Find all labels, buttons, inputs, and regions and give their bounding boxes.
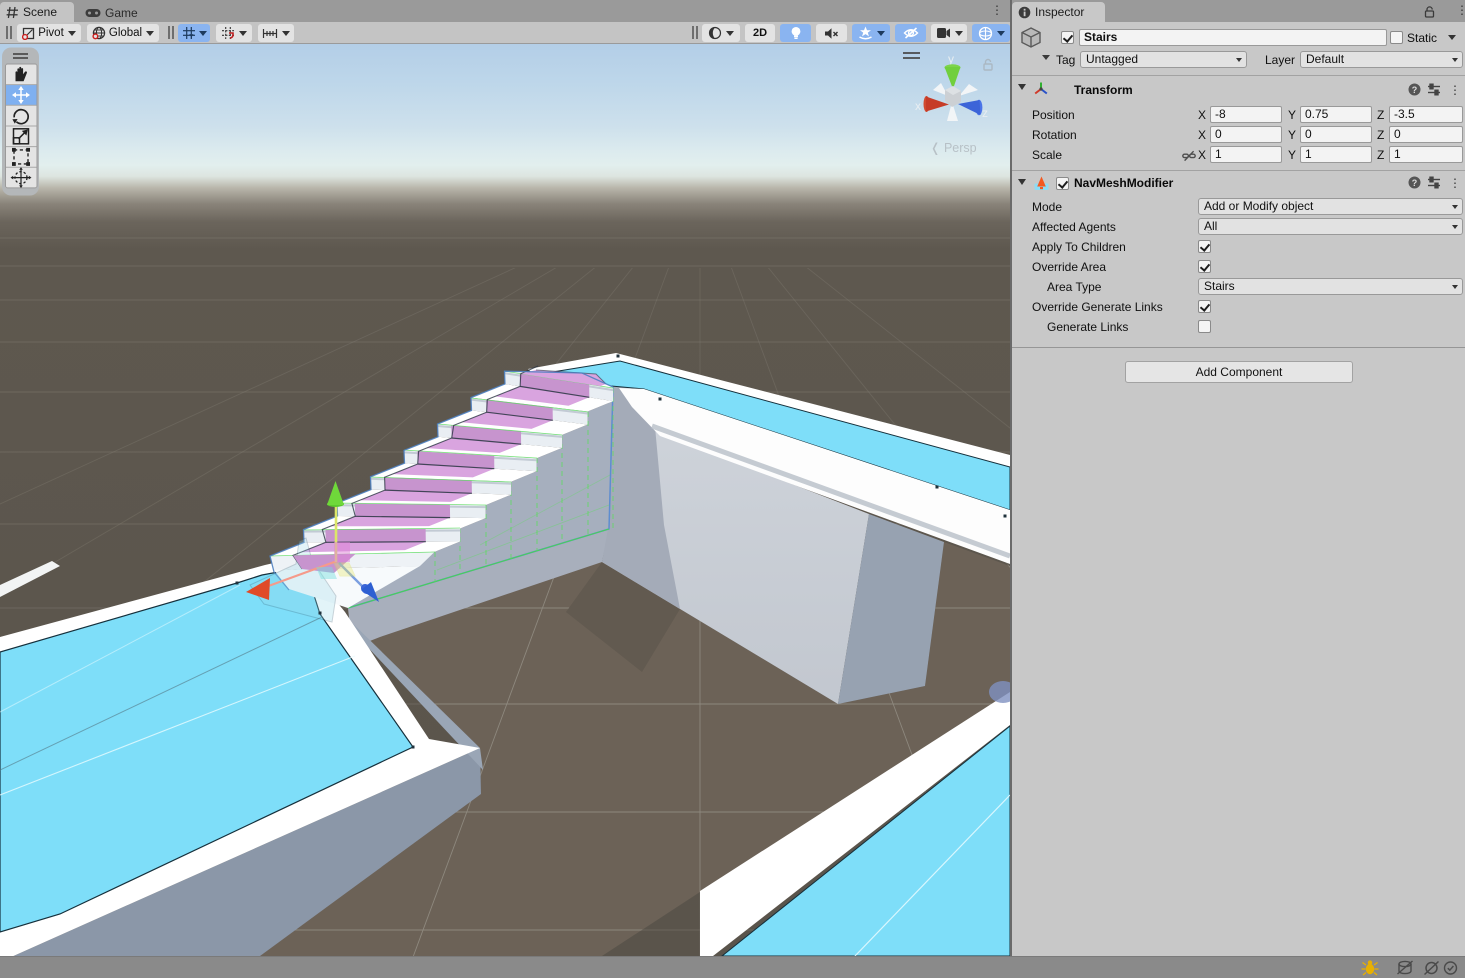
svg-text:?: ? [1412, 178, 1418, 188]
svg-text:y: y [948, 52, 954, 66]
svg-text:?: ? [1412, 85, 1418, 95]
svg-text:Y: Y [189, 34, 194, 40]
svg-text:z: z [982, 106, 988, 120]
svg-text:❬ Persp: ❬ Persp [930, 141, 977, 156]
svg-text:x: x [915, 99, 921, 113]
